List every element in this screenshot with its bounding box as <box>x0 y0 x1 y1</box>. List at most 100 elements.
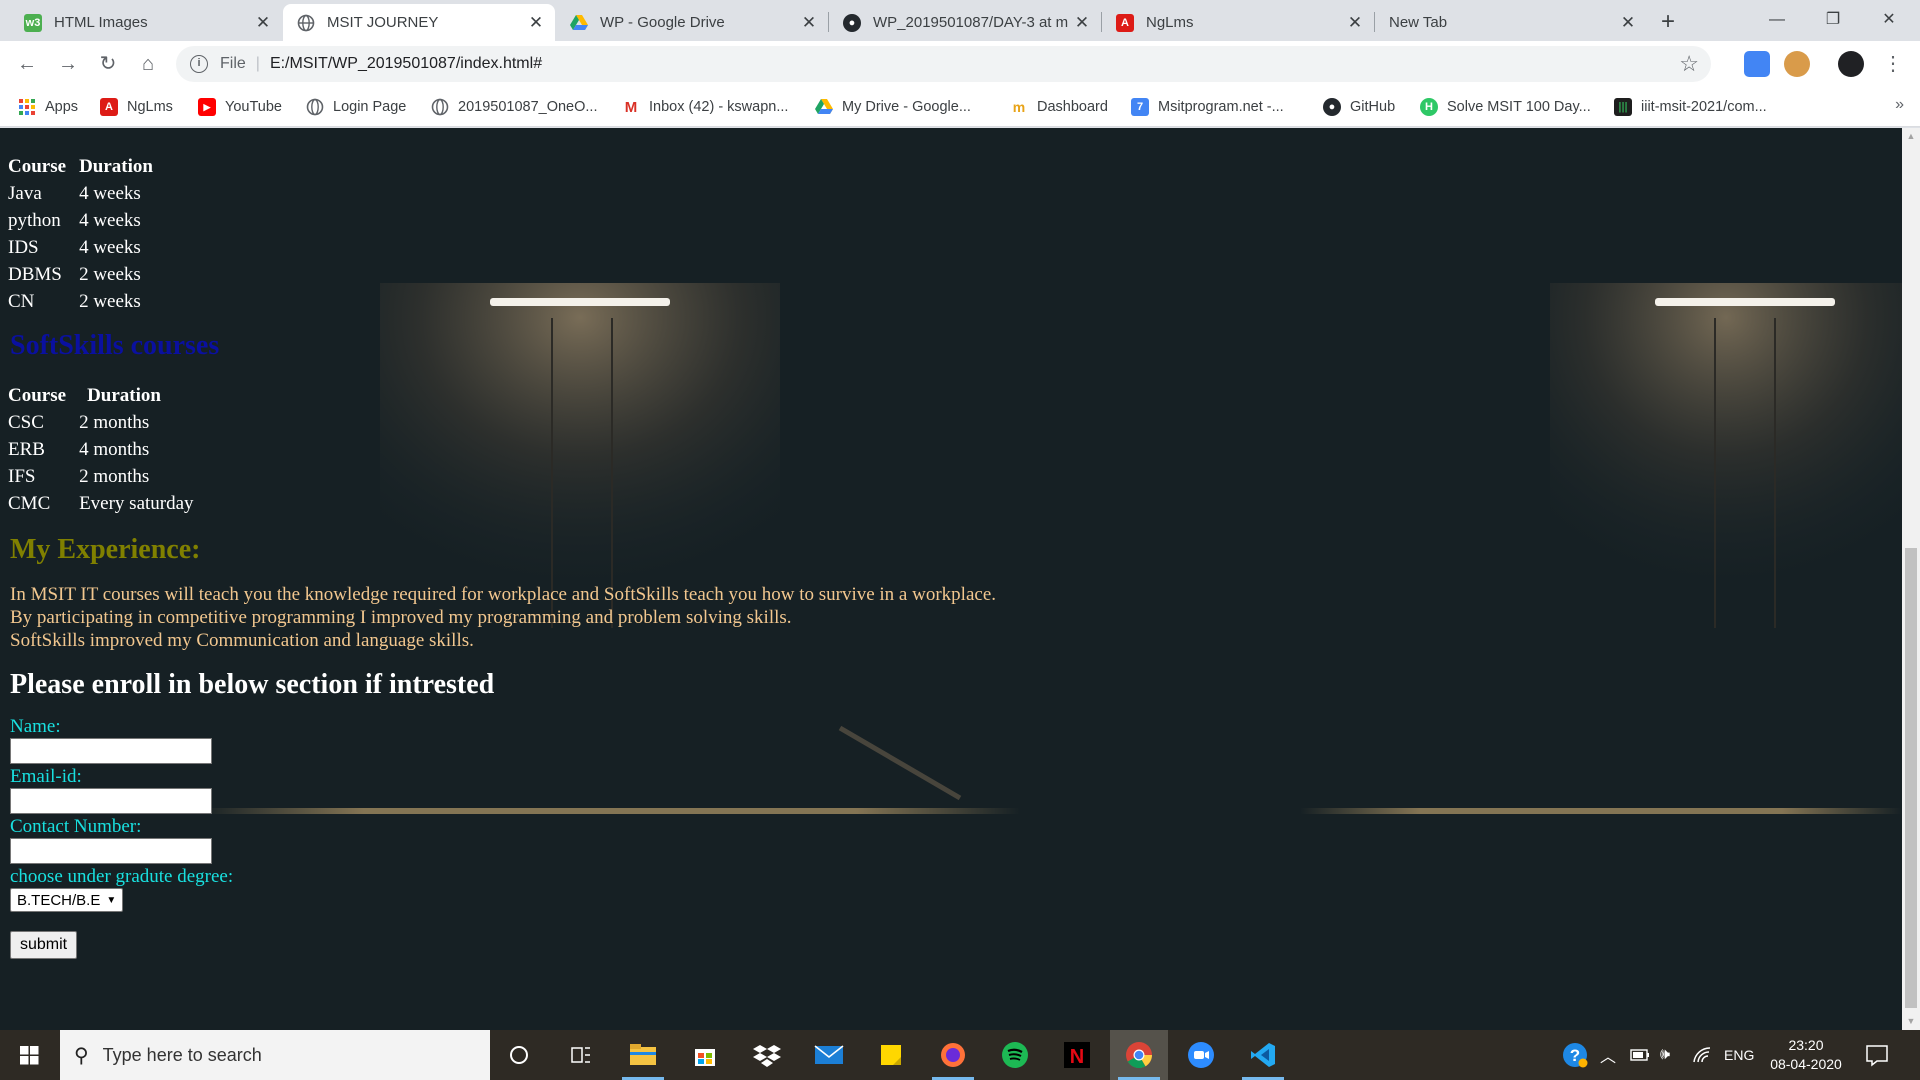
spotify-icon[interactable] <box>986 1030 1044 1080</box>
cookie-icon[interactable] <box>1784 51 1810 77</box>
zoom-icon[interactable] <box>1172 1030 1230 1080</box>
tab-html-images[interactable]: w3 HTML Images ✕ <box>10 4 282 41</box>
submit-button[interactable]: submit <box>10 931 78 959</box>
reload-icon[interactable]: ↻ <box>93 49 123 79</box>
contact-label: Contact Number: <box>10 816 142 837</box>
google-drive-icon <box>815 98 833 116</box>
tab-title: WP - Google Drive <box>600 14 725 31</box>
bookmark-inbox[interactable]: M Inbox (42) - kswapn... <box>622 94 789 120</box>
cortana-icon[interactable] <box>490 1030 548 1080</box>
vscode-icon[interactable] <box>1234 1030 1292 1080</box>
forward-arrow-icon[interactable]: → <box>53 49 83 79</box>
input-language[interactable]: ENG <box>1724 1030 1754 1080</box>
google-translate-icon[interactable] <box>1744 51 1770 77</box>
search-icon: ⚲ <box>74 1044 89 1067</box>
bookmark-github[interactable]: ● GitHub <box>1323 94 1395 120</box>
scrollbar-thumb[interactable] <box>1905 548 1917 1008</box>
tab-msit-journey[interactable]: MSIT JOURNEY ✕ <box>283 4 555 41</box>
gmail-icon: M <box>624 98 638 116</box>
restore-icon[interactable]: ❐ <box>1810 0 1856 40</box>
bookmark-oneo[interactable]: 2019501087_OneO... <box>431 94 597 120</box>
show-hidden-icons-chevron[interactable]: ︿ <box>1600 1030 1616 1080</box>
bookmark-label: Login Page <box>333 99 407 115</box>
profile-avatar[interactable] <box>1838 51 1864 77</box>
bookmark-msitprogram[interactable]: 7 Msitprogram.net -... <box>1131 94 1284 120</box>
experience-heading: My Experience: <box>10 534 201 565</box>
battery-icon[interactable] <box>1630 1030 1650 1080</box>
task-view-icon[interactable] <box>552 1030 610 1080</box>
firefox-icon[interactable] <box>924 1030 982 1080</box>
help-icon[interactable]: ? <box>1562 1030 1588 1080</box>
bookmark-solve-msit[interactable]: H Solve MSIT 100 Day... <box>1420 94 1591 120</box>
menu-kebab-icon[interactable]: ⋮ <box>1878 49 1908 79</box>
course-cell: IFS <box>8 465 36 487</box>
tab-google-drive[interactable]: WP - Google Drive ✕ <box>556 4 828 41</box>
windows-start-button[interactable] <box>0 1030 60 1080</box>
duration-cell: 2 weeks <box>79 290 141 312</box>
tab-nglms[interactable]: A NgLms ✕ <box>1102 4 1374 41</box>
email-input[interactable] <box>10 788 212 814</box>
mail-icon[interactable] <box>800 1030 858 1080</box>
scroll-down-icon[interactable]: ▼ <box>1902 1013 1920 1030</box>
tab-new-tab[interactable]: New Tab ✕ <box>1375 4 1647 41</box>
degree-select[interactable]: B.TECH/B.E ▼ <box>10 888 124 912</box>
close-tab-icon[interactable]: ✕ <box>1346 13 1364 32</box>
bookmark-dashboard[interactable]: m Dashboard <box>1010 94 1108 120</box>
bookmark-label: Inbox (42) - kswapn... <box>649 99 789 115</box>
table-row: python 4 weeks <box>6 207 161 234</box>
url-text[interactable]: E:/MSIT/WP_2019501087/index.html# <box>270 55 542 73</box>
close-tab-icon[interactable]: ✕ <box>800 13 818 32</box>
back-arrow-icon[interactable]: ← <box>12 49 42 79</box>
notification-center-icon[interactable] <box>1864 1042 1890 1068</box>
page-scrollbar[interactable]: ▲ ▼ <box>1902 128 1920 1030</box>
softskills-heading: SoftSkills courses <box>10 330 220 361</box>
column-header: Course <box>8 155 67 177</box>
chrome-icon[interactable] <box>1110 1030 1168 1080</box>
sticky-notes-icon[interactable] <box>862 1030 920 1080</box>
tab-title: WP_2019501087/DAY-3 at m <box>873 14 1069 31</box>
contact-number-input[interactable] <box>10 838 212 864</box>
bookmark-iiit-msit[interactable]: ||| iiit-msit-2021/com... <box>1614 94 1767 120</box>
close-tab-icon[interactable]: ✕ <box>1619 13 1637 32</box>
bookmark-nglms[interactable]: A NgLms <box>100 94 173 120</box>
enroll-heading: Please enroll in below section if intres… <box>10 669 495 700</box>
close-tab-icon[interactable]: ✕ <box>1073 13 1091 32</box>
bookmark-apps[interactable]: Apps <box>18 94 78 120</box>
tab-strip: w3 HTML Images ✕ MSIT JOURNEY ✕ WP - Goo… <box>0 0 1920 41</box>
tab-github-day3[interactable]: ● WP_2019501087/DAY-3 at m ✕ <box>829 4 1101 41</box>
duration-cell: Every saturday <box>79 492 194 514</box>
file-explorer-icon[interactable] <box>614 1030 672 1080</box>
github-icon: ● <box>1323 98 1341 116</box>
minimize-icon[interactable]: — <box>1754 0 1800 40</box>
dropbox-icon[interactable] <box>738 1030 796 1080</box>
bookmark-login-page[interactable]: Login Page <box>306 94 406 120</box>
degree-selected-value: B.TECH/B.E <box>17 891 101 909</box>
store-icon[interactable] <box>676 1030 734 1080</box>
close-tab-icon[interactable]: ✕ <box>527 13 545 32</box>
scroll-up-icon[interactable]: ▲ <box>1902 128 1920 145</box>
course-cell: CMC <box>8 492 51 514</box>
close-tab-icon[interactable]: ✕ <box>254 13 272 32</box>
duration-cell: 4 months <box>79 438 150 460</box>
new-tab-button[interactable]: + <box>1654 8 1682 36</box>
taskbar-search-box[interactable]: ⚲ Type here to search <box>60 1030 490 1080</box>
bookmark-star-icon[interactable]: ☆ <box>1679 51 1699 77</box>
bookmark-youtube[interactable]: ▶ YouTube <box>198 94 282 120</box>
bookmark-my-drive[interactable]: My Drive - Google... <box>815 94 971 120</box>
netflix-icon[interactable]: N <box>1048 1030 1106 1080</box>
info-icon[interactable]: i <box>190 55 208 73</box>
name-input[interactable] <box>10 738 212 764</box>
system-clock[interactable]: 23:20 08-04-2020 <box>1766 1036 1846 1074</box>
softskills-courses-table: Course Duration CSC 2 months ERB 4 month… <box>3 382 205 517</box>
bookmarks-overflow-icon[interactable]: » <box>1895 96 1904 114</box>
bookmark-label: Dashboard <box>1037 99 1108 115</box>
table-row: Java 4 weeks <box>6 180 161 207</box>
close-window-icon[interactable]: ✕ <box>1866 0 1912 40</box>
volume-icon[interactable]: 🕪 <box>1660 1030 1670 1080</box>
duration-cell: 4 weeks <box>79 209 141 231</box>
home-icon[interactable]: ⌂ <box>133 49 163 79</box>
wifi-icon[interactable] <box>1692 1030 1712 1080</box>
address-bar[interactable]: i File | E:/MSIT/WP_2019501087/index.htm… <box>176 46 1711 82</box>
calendar-icon: 7 <box>1131 98 1149 116</box>
table-row: DBMS 2 weeks <box>6 261 161 288</box>
